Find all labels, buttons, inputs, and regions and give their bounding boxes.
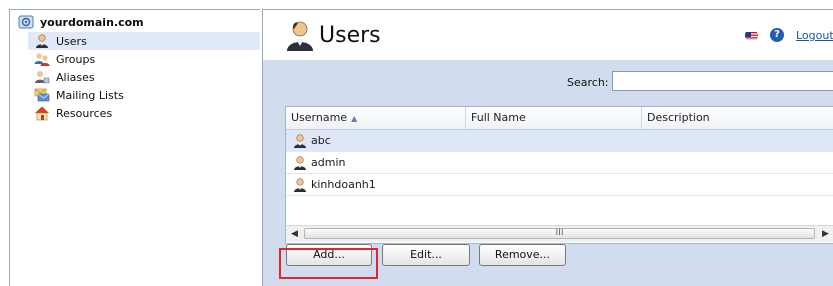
cell-username: abc bbox=[311, 134, 331, 147]
table-row[interactable]: admin bbox=[286, 152, 833, 174]
grid-header: Username ▲ Full Name Description bbox=[286, 107, 833, 130]
user-icon bbox=[292, 177, 308, 193]
user-icon bbox=[292, 155, 308, 171]
sidebar-item-aliases[interactable]: Aliases bbox=[28, 68, 260, 86]
edit-button[interactable]: Edit... bbox=[382, 244, 470, 266]
cell-username: kinhdoanh1 bbox=[311, 178, 376, 191]
sidebar-item-label: Users bbox=[56, 34, 87, 48]
add-button-highlight bbox=[279, 248, 378, 279]
us-flag-icon[interactable] bbox=[745, 31, 758, 40]
help-icon[interactable]: ? bbox=[770, 28, 784, 42]
horizontal-scrollbar[interactable]: ◀ III ▶ bbox=[286, 225, 833, 242]
scroll-right-icon[interactable]: ▶ bbox=[822, 229, 829, 239]
app-window: yourdomain.com Users Groups Aliases Mail bbox=[0, 0, 833, 286]
table-row[interactable]: kinhdoanh1 bbox=[286, 174, 833, 196]
sidebar-item-label: Mailing Lists bbox=[56, 88, 124, 102]
header: Users ? Logout bbox=[263, 10, 833, 60]
mailing-list-icon bbox=[34, 87, 50, 103]
sidebar-item-label: Resources bbox=[56, 106, 113, 120]
column-full-name[interactable]: Full Name bbox=[466, 107, 642, 129]
sort-ascending-icon: ▲ bbox=[351, 114, 358, 123]
sidebar-item-resources[interactable]: Resources bbox=[28, 104, 260, 122]
search-label: Search: bbox=[567, 76, 609, 89]
sidebar-item-groups[interactable]: Groups bbox=[28, 50, 260, 68]
aliases-icon bbox=[34, 69, 50, 85]
page-title: Users bbox=[319, 23, 381, 48]
sidebar: yourdomain.com Users Groups Aliases Mail bbox=[9, 9, 260, 286]
domain-label: yourdomain.com bbox=[40, 15, 144, 29]
table-row[interactable]: abc bbox=[286, 130, 833, 152]
cell-username: admin bbox=[311, 156, 346, 169]
sidebar-item-mailing-lists[interactable]: Mailing Lists bbox=[28, 86, 260, 104]
user-icon bbox=[34, 33, 50, 49]
domain-node[interactable]: yourdomain.com bbox=[18, 13, 144, 31]
domain-icon bbox=[18, 14, 34, 30]
sidebar-item-label: Groups bbox=[56, 52, 96, 66]
scroll-left-icon[interactable]: ◀ bbox=[291, 229, 298, 239]
user-icon bbox=[292, 133, 308, 149]
house-icon bbox=[34, 105, 50, 121]
sidebar-item-users[interactable]: Users bbox=[28, 32, 260, 50]
groups-icon bbox=[34, 51, 50, 67]
logout-link[interactable]: Logout bbox=[796, 29, 833, 42]
search-input[interactable] bbox=[612, 71, 833, 91]
users-grid: Username ▲ Full Name Description abc adm… bbox=[285, 106, 833, 244]
column-description[interactable]: Description bbox=[642, 107, 833, 129]
users-title-icon bbox=[285, 20, 315, 52]
scrollbar-thumb[interactable]: III bbox=[304, 228, 815, 239]
sidebar-item-label: Aliases bbox=[56, 70, 95, 84]
column-username[interactable]: Username ▲ bbox=[286, 107, 466, 129]
remove-button[interactable]: Remove... bbox=[479, 244, 566, 266]
